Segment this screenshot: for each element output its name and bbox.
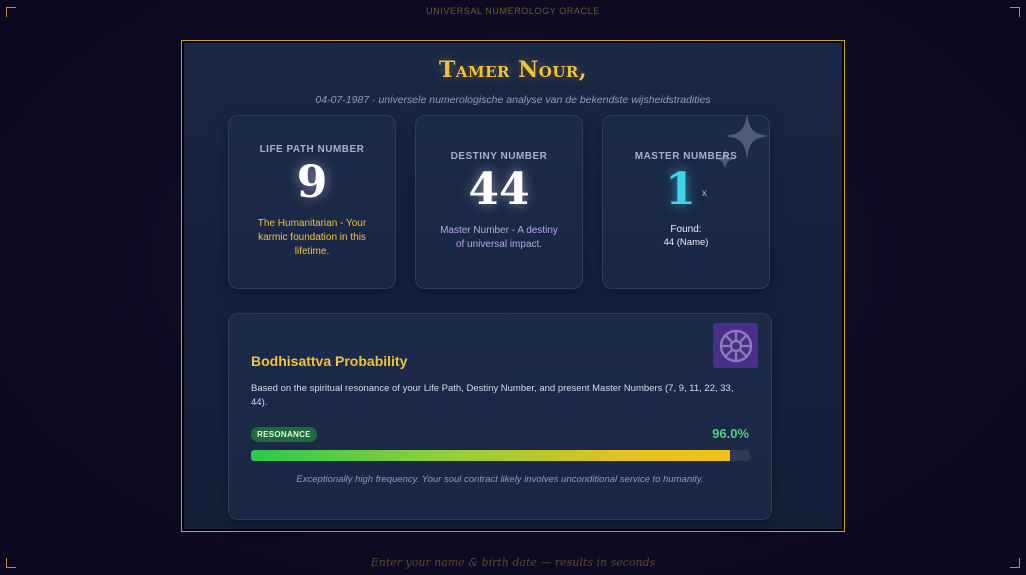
found-value: 44 (Name): [663, 237, 709, 248]
profile-subtitle: 04-07-1987 · universele numerologische a…: [315, 94, 711, 106]
bodhisattva-card: Bodhisattva Probability Based on the spi…: [228, 313, 772, 520]
destiny-number: 44: [468, 164, 530, 215]
life-path-description: The Humanitarian - Your karmic foundatio…: [257, 218, 367, 257]
profile-name: Tamer Nour,: [438, 57, 588, 83]
dharma-wheel-icon: [713, 323, 758, 368]
results-panel: Tamer Nour, 04-07-1987 · universele nume…: [184, 43, 842, 529]
resonance-percent: 96.0%: [712, 426, 749, 441]
found-label: Found:: [670, 224, 702, 235]
results-frame: Tamer Nour, 04-07-1987 · universele nume…: [181, 40, 845, 532]
resonance-progress-fill: [251, 450, 731, 461]
bodhisattva-footer: Exceptionally high frequency. Your soul …: [296, 474, 704, 485]
bodhisattva-title: Bodhisattva Probability: [251, 353, 408, 369]
master-numbers-card: MASTER NUMBERS 1x Found: 44 (Name): [602, 115, 770, 289]
bodhisattva-description: Based on the spiritual resonance of your…: [251, 383, 734, 408]
master-count-row: 1x: [603, 168, 769, 212]
master-count-suffix: x: [701, 188, 707, 199]
app-header-label: UNIVERSAL NUMEROLOGY ORACLE: [426, 6, 600, 16]
app-footer-label: Enter your name & birth date — results i…: [370, 556, 656, 569]
destiny-description: Master Number - A destiny of universal i…: [440, 225, 558, 250]
master-numbers-label: MASTER NUMBERS: [634, 151, 738, 162]
master-count: 1: [665, 164, 696, 215]
destiny-card: DESTINY NUMBER 44 Master Number - A dest…: [415, 115, 583, 289]
life-path-card: LIFE PATH NUMBER 9 The Humanitarian - Yo…: [228, 115, 396, 289]
life-path-number: 9: [296, 157, 328, 208]
destiny-label: DESTINY NUMBER: [450, 151, 548, 162]
resonance-progress-track: [251, 450, 750, 461]
resonance-badge: RESONANCE: [251, 427, 317, 442]
life-path-label: LIFE PATH NUMBER: [259, 144, 365, 155]
